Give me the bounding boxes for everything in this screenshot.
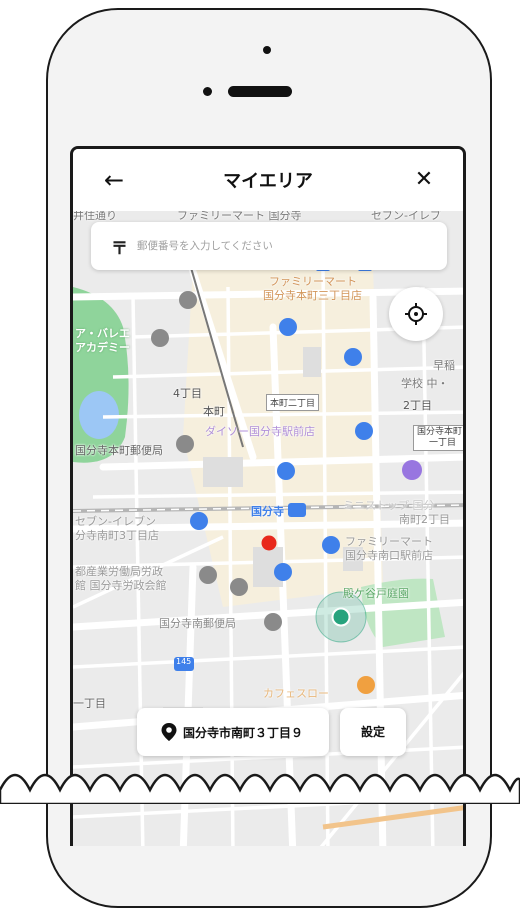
- map-label-box: 本町二丁目: [266, 394, 320, 411]
- speaker-grille: [228, 86, 292, 97]
- close-icon[interactable]: ✕: [409, 165, 439, 195]
- map-label-box: 国分寺本町 一丁目: [413, 425, 463, 451]
- map-label: カフェスロー: [263, 687, 329, 700]
- settings-button[interactable]: 設定: [340, 708, 406, 756]
- current-location-button[interactable]: [389, 287, 443, 341]
- map-label: 学校 中・: [401, 377, 449, 390]
- camera-dot: [263, 46, 271, 54]
- map-label: 国分寺南郵便局: [159, 617, 236, 630]
- map-label: 南町2丁目: [399, 513, 450, 526]
- map-label: ダイソー国分寺駅前店: [205, 425, 315, 438]
- map-label: 国分寺南口駅前店: [345, 549, 433, 562]
- map-label: 国分寺本町郵便局: [75, 444, 163, 457]
- map-label: 分寺南町3丁目店: [75, 529, 159, 542]
- station-label: 国分寺: [251, 505, 284, 518]
- route-shield: 145: [176, 657, 192, 666]
- postal-mark-icon: 〒: [111, 239, 128, 259]
- map-label: 4丁目: [173, 387, 202, 400]
- address-text: 国分寺市南町３丁目９: [183, 726, 304, 740]
- map-label: 国分寺本町: [417, 427, 463, 437]
- location-pin-icon: [161, 723, 177, 741]
- map-label: 殿ケ谷戸庭園: [343, 587, 409, 600]
- map-label: 館 国分寺労政会館: [75, 579, 167, 592]
- app-screen: ← マイエリア ✕ 井住通り ファミリーマート 国分寺 セブン-イレブ ファミリ…: [70, 146, 466, 846]
- page-title: マイエリア: [223, 171, 313, 192]
- torn-edge-wave: [0, 773, 520, 804]
- map-label: アカデミー: [75, 341, 130, 354]
- selected-point-marker: [261, 535, 277, 551]
- postal-code-search[interactable]: 〒 郵便番号を入力してください: [91, 222, 447, 270]
- map-label: 早稲: [433, 359, 455, 372]
- map-label: 一丁目: [429, 438, 457, 448]
- header-bar: ← マイエリア ✕: [73, 149, 463, 211]
- map-label: 2丁目: [403, 399, 432, 412]
- search-placeholder: 郵便番号を入力してください: [137, 240, 273, 252]
- map-label: 国分寺本町三丁目店: [263, 289, 362, 302]
- address-chip[interactable]: 国分寺市南町３丁目９: [137, 708, 329, 756]
- sensor-dot: [203, 87, 212, 96]
- map-label: 一丁目: [73, 697, 106, 710]
- crosshair-icon: [405, 303, 427, 325]
- map-label: 本町: [203, 405, 225, 418]
